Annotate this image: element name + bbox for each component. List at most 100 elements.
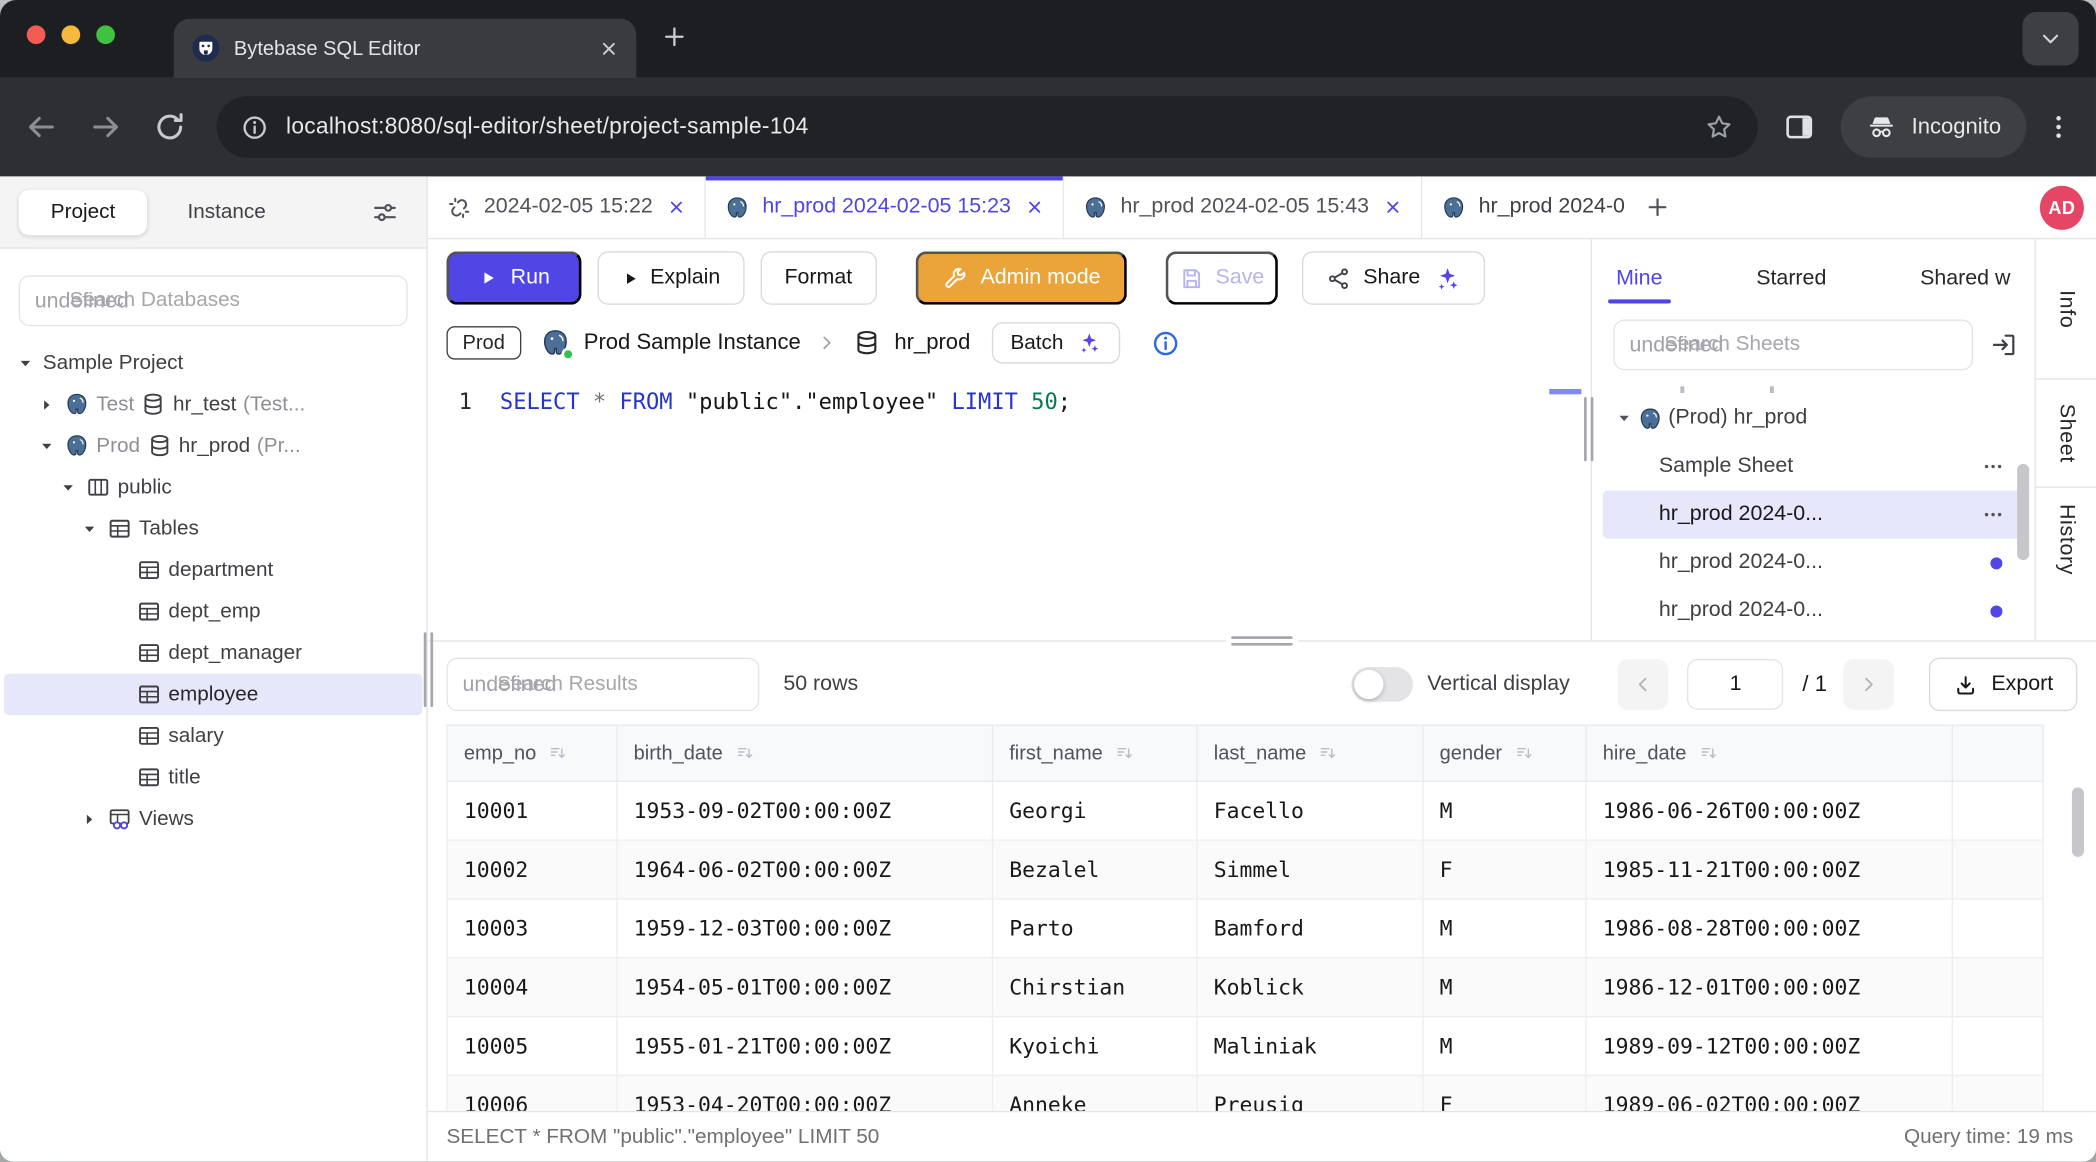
- sql-editor[interactable]: 1 SELECT * FROM "public"."employee" LIMI…: [428, 377, 1591, 640]
- tree-item[interactable]: dept_emp: [4, 591, 422, 632]
- side-panel-icon[interactable]: [1782, 110, 1817, 145]
- sidebar-resize-handle[interactable]: [424, 632, 433, 707]
- prev-page-button[interactable]: [1618, 659, 1669, 710]
- results-resize-handle[interactable]: [1226, 634, 1298, 649]
- filter-sliders-icon[interactable]: [370, 197, 399, 226]
- forward-icon[interactable]: [88, 110, 123, 145]
- more-menu-icon[interactable]: [1981, 454, 2005, 478]
- workspace-tab[interactable]: hr_prod 2024-0: [1423, 176, 1625, 237]
- share-button[interactable]: Share: [1302, 251, 1485, 304]
- sheet-item[interactable]: hr_prod 2024-0...: [1603, 539, 2024, 587]
- reload-icon[interactable]: [152, 110, 187, 145]
- table-row[interactable]: 100021964-06-02T00:00:00ZBezalelSimmelF1…: [447, 840, 2043, 899]
- new-tab-icon[interactable]: [660, 22, 688, 50]
- workspace-tab[interactable]: hr_prod 2024-02-05 15:43: [1064, 176, 1422, 237]
- page-number-input[interactable]: [1687, 659, 1783, 710]
- tree-item[interactable]: Tables: [4, 508, 422, 549]
- tree-item[interactable]: Views: [4, 798, 422, 839]
- run-button[interactable]: Run: [446, 251, 581, 304]
- url-bar[interactable]: localhost:8080/sql-editor/sheet/project-…: [217, 96, 1758, 157]
- tree-item[interactable]: salary: [4, 715, 422, 756]
- sheet-group[interactable]: (Prod) hr_prod: [1603, 394, 2024, 442]
- column-header[interactable]: hire_date: [1586, 725, 1952, 781]
- results-scrollbar[interactable]: [2072, 787, 2084, 857]
- database-name[interactable]: hr_prod: [894, 330, 970, 355]
- sheet-item[interactable]: hr_prod 2024-0...: [1603, 587, 2024, 635]
- tree-item[interactable]: dept_manager: [4, 632, 422, 673]
- save-button[interactable]: Save: [1166, 251, 1278, 304]
- close-icon[interactable]: [1026, 198, 1045, 217]
- caret-down-icon[interactable]: [39, 438, 55, 454]
- tab-close-icon[interactable]: [599, 38, 619, 58]
- tab-search-button[interactable]: [2022, 12, 2078, 65]
- sheet-item[interactable]: Sample Sheet: [1603, 442, 2024, 490]
- tree-item[interactable]: employee: [4, 674, 422, 715]
- sheet-search-box[interactable]: undefined: [1613, 319, 1973, 370]
- add-worksheet-button[interactable]: [1625, 176, 1689, 237]
- tree-item[interactable]: title: [4, 757, 422, 798]
- tab-instance[interactable]: Instance: [187, 200, 265, 224]
- admin-mode-button[interactable]: Admin mode: [915, 251, 1127, 304]
- close-icon[interactable]: [667, 198, 686, 217]
- tab-shared[interactable]: Shared w: [1920, 267, 2010, 291]
- avatar[interactable]: AD: [2040, 185, 2084, 229]
- rail-tab-sheet[interactable]: Sheet: [2054, 403, 2078, 462]
- window-minimize-button[interactable]: [61, 25, 80, 44]
- workspace-tab[interactable]: 2024-02-05 15:22: [428, 176, 706, 237]
- more-menu-icon[interactable]: [1981, 503, 2005, 527]
- rail-tab-info[interactable]: Info: [2054, 290, 2078, 328]
- table-row[interactable]: 100011953-09-02T00:00:00ZGeorgiFacelloM1…: [447, 781, 2043, 840]
- table-row[interactable]: 100061953-04-20T00:00:00ZAnnekePreusigF1…: [447, 1075, 2043, 1110]
- import-sheet-icon[interactable]: [1989, 330, 2018, 359]
- browser-menu-kebab-icon[interactable]: [2043, 111, 2075, 143]
- batch-button[interactable]: Batch: [992, 322, 1120, 363]
- caret-right-icon[interactable]: [39, 396, 55, 412]
- caret-right-icon[interactable]: [82, 811, 98, 827]
- table-row[interactable]: 100051955-01-21T00:00:00ZKyoichiMaliniak…: [447, 1017, 2043, 1076]
- caret-down-icon[interactable]: [60, 479, 76, 495]
- format-button[interactable]: Format: [760, 251, 876, 304]
- editor-minimap[interactable]: [1549, 385, 1581, 627]
- search-results-input[interactable]: [497, 672, 743, 696]
- window-maximize-button[interactable]: [96, 25, 115, 44]
- browser-tab[interactable]: Bytebase SQL Editor: [174, 19, 637, 78]
- bookmark-star-icon[interactable]: [1704, 112, 1733, 141]
- column-header[interactable]: first_name: [993, 725, 1198, 781]
- column-header[interactable]: last_name: [1197, 725, 1423, 781]
- table-row[interactable]: 100041954-05-01T00:00:00ZChirstianKoblic…: [447, 958, 2043, 1017]
- vertical-display-toggle[interactable]: [1351, 667, 1412, 702]
- sheet-scrollbar[interactable]: [2017, 464, 2029, 560]
- caret-down-icon[interactable]: [17, 355, 33, 371]
- url-text[interactable]: localhost:8080/sql-editor/sheet/project-…: [286, 114, 1687, 141]
- search-databases-input[interactable]: [70, 289, 392, 313]
- workspace-tab[interactable]: hr_prod 2024-02-05 15:23: [706, 176, 1064, 237]
- tab-project[interactable]: Project: [19, 189, 148, 234]
- tree-item[interactable]: Sample Project: [4, 342, 422, 383]
- column-header[interactable]: birth_date: [617, 725, 993, 781]
- close-icon[interactable]: [1384, 198, 1403, 217]
- info-circle-icon[interactable]: [1150, 328, 1179, 357]
- database-search-box[interactable]: undefined: [19, 275, 408, 326]
- tab-mine[interactable]: Mine: [1616, 267, 1662, 291]
- instance-name[interactable]: Prod Sample Instance: [584, 330, 801, 355]
- column-header[interactable]: emp_no: [447, 725, 617, 781]
- explain-button[interactable]: Explain: [598, 251, 744, 304]
- rail-tab-history[interactable]: History: [2054, 504, 2078, 575]
- column-header[interactable]: gender: [1423, 725, 1586, 781]
- tree-item[interactable]: Prodhr_prod(Pr...: [4, 425, 422, 466]
- caret-down-icon[interactable]: [1616, 410, 1632, 426]
- caret-down-icon[interactable]: [82, 521, 98, 537]
- export-button[interactable]: Export: [1929, 658, 2078, 711]
- page-info-icon[interactable]: [241, 113, 269, 141]
- tree-item[interactable]: public: [4, 467, 422, 508]
- tree-item[interactable]: Testhr_test(Test...: [4, 384, 422, 425]
- back-icon[interactable]: [24, 110, 59, 145]
- results-search-box[interactable]: undefined: [446, 658, 759, 711]
- tree-item[interactable]: department: [4, 549, 422, 590]
- next-page-button[interactable]: [1843, 659, 1894, 710]
- table-row[interactable]: 100031959-12-03T00:00:00ZPartoBamfordM19…: [447, 899, 2043, 958]
- sheet-item[interactable]: hr_prod 2024-0...: [1603, 491, 2024, 539]
- search-sheets-input[interactable]: [1664, 333, 1957, 357]
- tab-starred[interactable]: Starred: [1756, 267, 1826, 291]
- window-close-button[interactable]: [27, 25, 46, 44]
